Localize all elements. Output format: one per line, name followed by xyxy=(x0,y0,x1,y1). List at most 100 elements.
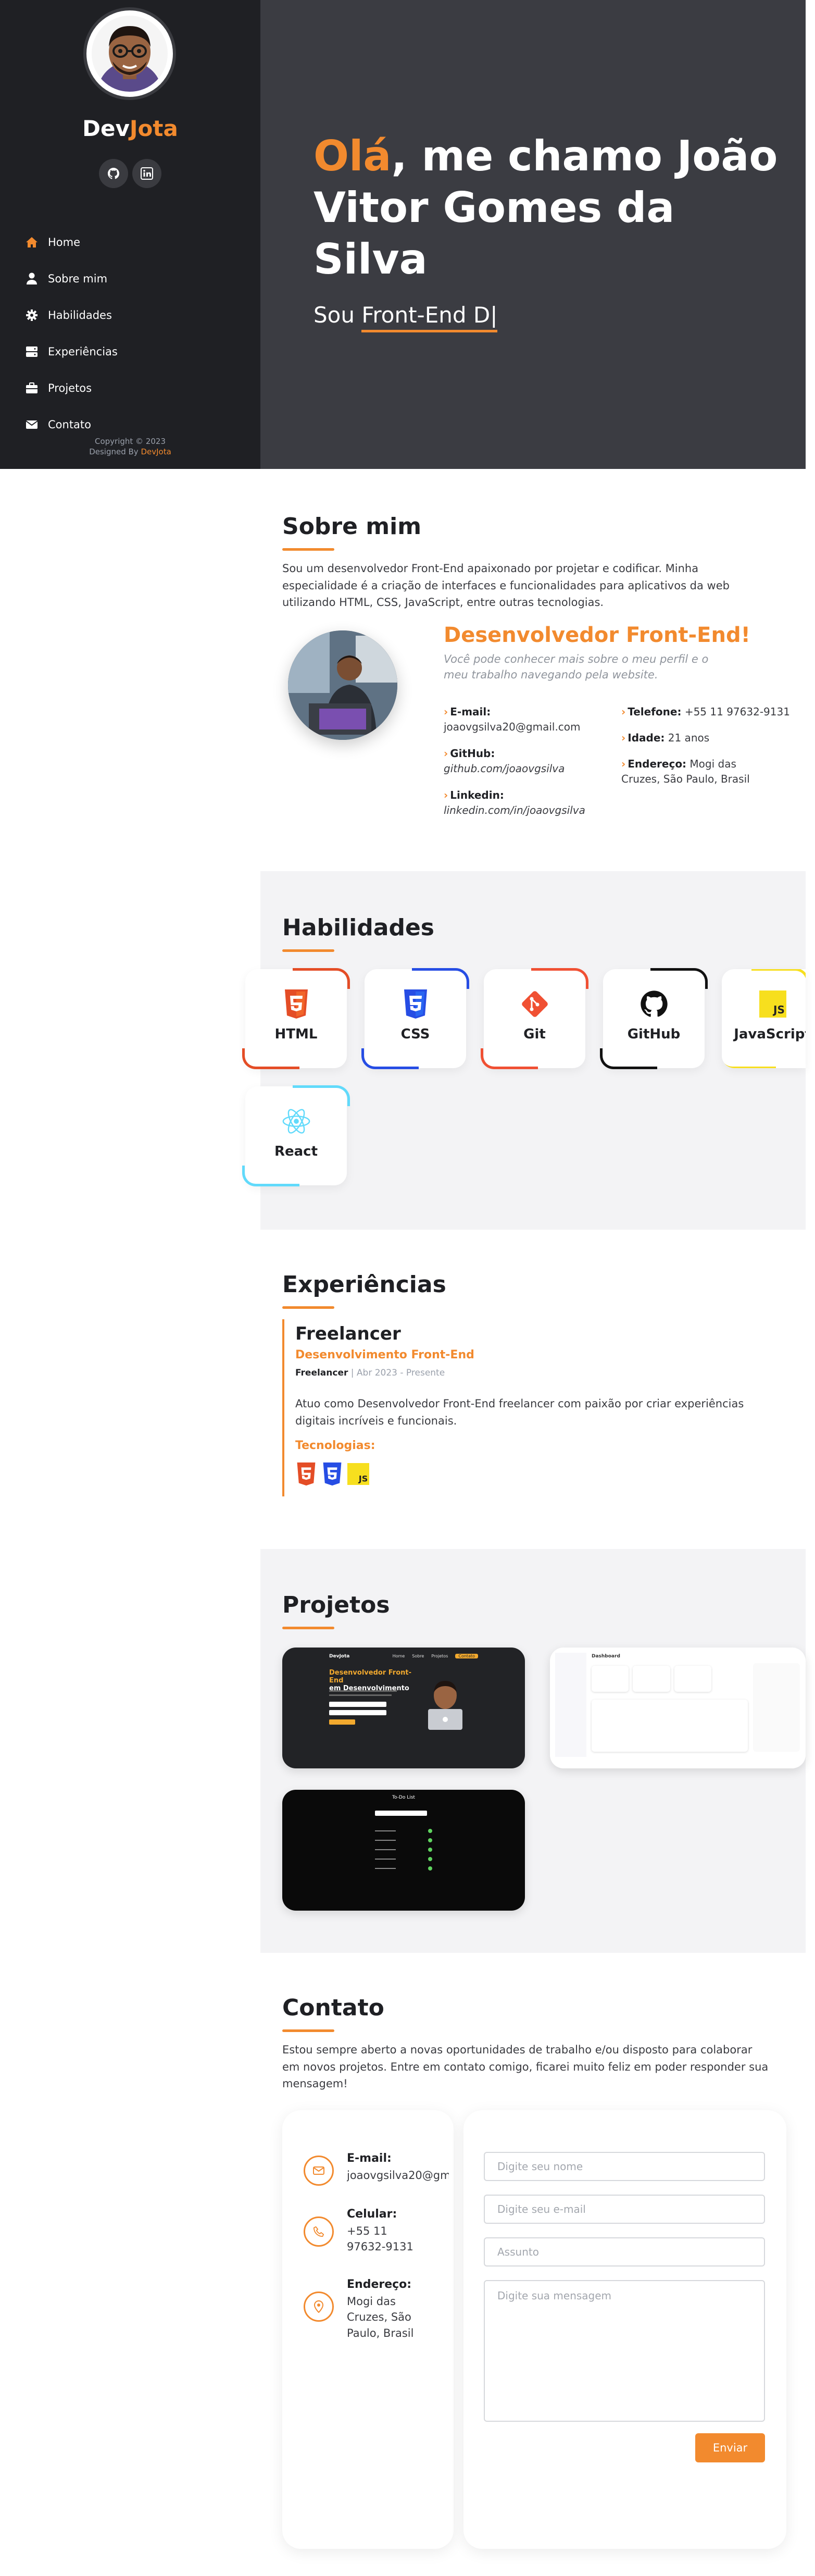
github-value: github.com/joaovgsilva xyxy=(444,762,565,775)
experience-role: Desenvolvimento Front-End xyxy=(295,1348,474,1361)
react-icon xyxy=(281,1106,311,1136)
project-nav-item: Projetos xyxy=(431,1654,448,1658)
user-icon xyxy=(25,272,39,286)
git-icon xyxy=(520,989,550,1019)
chevron-right-icon: › xyxy=(444,705,448,718)
portfolio-page: DevJota Home Sobre mim Habilidades Exper… xyxy=(0,0,815,2576)
contact-text: Estou sempre aberto a novas oportunidade… xyxy=(282,2044,769,2090)
project-brand: DevJota xyxy=(329,1654,350,1659)
briefcase-icon xyxy=(25,381,39,395)
skill-name: CSS xyxy=(400,1026,430,1042)
contact-address-label: Endereço: xyxy=(347,2278,412,2291)
about-heading: Desenvolvedor Front-End! xyxy=(444,623,750,647)
css3-icon xyxy=(400,989,431,1019)
nav-label: Projetos xyxy=(48,382,92,394)
designed-by: Designed By DevJota xyxy=(89,447,171,456)
skill-name: HTML xyxy=(274,1026,318,1042)
skill-card-git: Git xyxy=(481,968,588,1069)
nav-label: Home xyxy=(48,236,81,249)
project-headline: Desenvolvedor Front-End em Desenvolviment… xyxy=(329,1669,411,1692)
linkedin-value: linkedin.com/in/joaovgsilva xyxy=(444,804,585,816)
nav-label: Sobre mim xyxy=(48,273,108,285)
experience-meta: Freelancer | Abr 2023 - Presente xyxy=(295,1368,445,1378)
contact-email-label: E-mail: xyxy=(347,2152,392,2165)
mail-icon xyxy=(25,418,39,431)
skill-card-css: CSS xyxy=(361,968,469,1069)
chevron-right-icon: › xyxy=(444,789,448,801)
chevron-right-icon: › xyxy=(621,758,626,770)
info-age: › Idade: 21 anos xyxy=(621,732,710,744)
mail-icon xyxy=(304,2156,334,2186)
contact-address-value: Mogi das Cruzes, São Paulo, Brasil xyxy=(347,2295,414,2339)
skill-name: React xyxy=(274,1144,318,1159)
title-underline xyxy=(282,1627,334,1629)
github-icon xyxy=(639,989,669,1019)
technologies-label: Tecnologias: xyxy=(295,1439,375,1452)
nav-item-home[interactable]: Home xyxy=(25,224,118,261)
javascript-icon: JS xyxy=(347,1462,369,1487)
subject-input[interactable] xyxy=(484,2237,765,2267)
skill-name: Git xyxy=(523,1026,546,1042)
nav-label: Contato xyxy=(48,418,92,431)
nav-label: Habilidades xyxy=(48,309,112,321)
nav-item-habilidades[interactable]: Habilidades xyxy=(25,297,118,333)
message-textarea[interactable] xyxy=(484,2280,765,2422)
memoji-avatar xyxy=(92,16,168,92)
about-title: Sobre mim xyxy=(282,513,422,540)
info-linkedin: › Linkedin: linkedin.com/in/joaovgsilva xyxy=(444,788,621,818)
skill-name: GitHub xyxy=(627,1026,681,1042)
svg-text:JS: JS xyxy=(772,1004,785,1016)
skill-card-react: React xyxy=(242,1085,350,1186)
css3-icon xyxy=(321,1462,343,1487)
github-link[interactable] xyxy=(99,159,128,188)
project-card-todo[interactable]: To-Do List xyxy=(282,1790,525,1911)
memoji-laptop-image xyxy=(428,1681,462,1730)
avatar xyxy=(83,7,176,100)
project-nav-item: Contato xyxy=(455,1654,478,1658)
nav-item-sobre-mim[interactable]: Sobre mim xyxy=(25,261,118,297)
email-input[interactable] xyxy=(484,2195,765,2224)
project-nav: Home Sobre Projetos Contato xyxy=(393,1654,478,1658)
linkedin-icon xyxy=(141,167,153,180)
chevron-right-icon: › xyxy=(621,732,626,744)
project-card-dashboard[interactable]: Dashboard xyxy=(550,1648,806,1768)
contact-title: Contato xyxy=(282,1995,384,2021)
info-github: › GitHub: github.com/joaovgsilva xyxy=(444,746,621,776)
experience-company: Freelancer xyxy=(295,1323,401,1344)
info-address: › Endereço: Mogi das Cruzes, São Paulo, B… xyxy=(621,758,750,785)
project-card-portfolio[interactable]: DevJota Home Sobre Projetos Contato Dese… xyxy=(282,1648,525,1768)
project-nav-item: Sobre xyxy=(412,1654,424,1658)
projects-title: Projetos xyxy=(282,1592,390,1618)
info-phone: › Telefone: +55 11 97632-9131 xyxy=(621,705,790,718)
info-email: › E-mail: joaovgsilva20@gmail.com xyxy=(444,704,621,735)
title-underline xyxy=(282,1306,334,1309)
svg-text:JS: JS xyxy=(358,1474,368,1484)
hero-section: Olá, me chamo João Vitor Gomes da Silva … xyxy=(260,0,806,469)
skill-card-javascript: JS JavaScript xyxy=(722,969,806,1068)
gear-icon xyxy=(25,308,39,322)
experience-title: Experiências xyxy=(282,1271,446,1298)
copyright: Copyright © 2023 Designed By DevJota xyxy=(0,437,260,457)
typed-text: Front-End D| xyxy=(361,302,498,332)
skill-name: JavaScript xyxy=(734,1026,806,1042)
javascript-icon: JS xyxy=(758,989,788,1019)
home-icon xyxy=(25,236,39,249)
brand-logo: DevJota xyxy=(82,116,178,141)
title-underline xyxy=(282,949,334,952)
contact-phone-label: Celular: xyxy=(347,2208,397,2221)
timeline-line xyxy=(282,1319,284,1496)
nav-item-projetos[interactable]: Projetos xyxy=(25,370,118,406)
html5-icon xyxy=(281,989,311,1019)
experience-description: Atuo como Desenvolvedor Front-End freela… xyxy=(295,1397,744,1427)
hero-subtitle: Sou Front-End D| xyxy=(314,302,498,332)
name-input[interactable] xyxy=(484,2152,765,2181)
send-button[interactable]: Enviar xyxy=(695,2433,765,2462)
skill-card-github: GitHub xyxy=(600,968,708,1069)
project-todo-title: To-Do List xyxy=(392,1795,415,1800)
nav-item-experiencias[interactable]: Experiências xyxy=(25,333,118,370)
phone-icon xyxy=(304,2216,334,2247)
title-underline xyxy=(282,548,334,551)
github-icon xyxy=(108,168,119,179)
project-dashboard-title: Dashboard xyxy=(592,1654,620,1659)
linkedin-link[interactable] xyxy=(132,159,161,188)
